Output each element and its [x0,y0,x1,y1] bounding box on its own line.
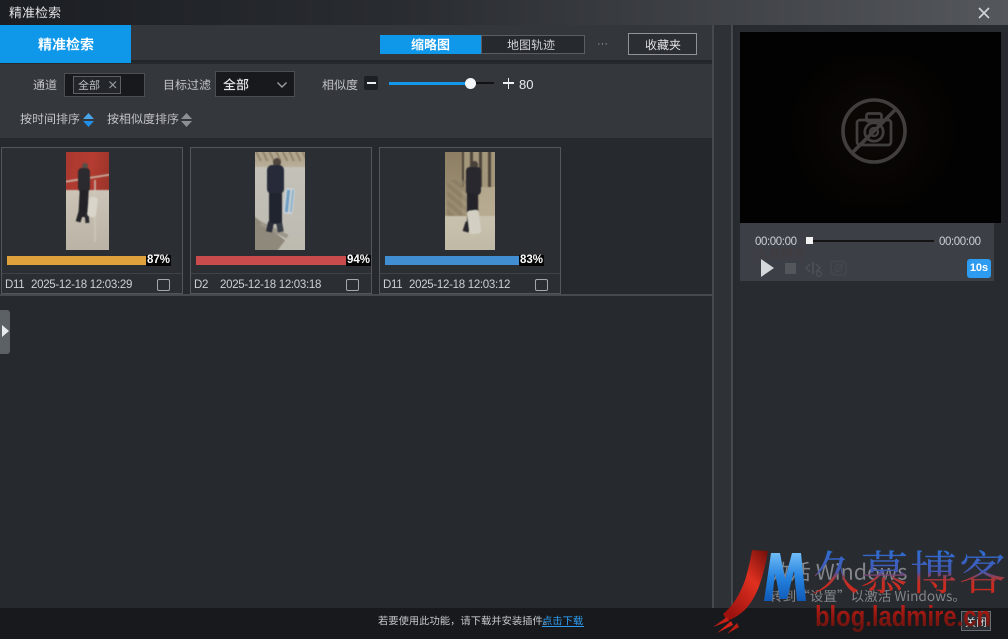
svg-text:blog.ladmire.cn: blog.ladmire.cn [815,601,991,633]
